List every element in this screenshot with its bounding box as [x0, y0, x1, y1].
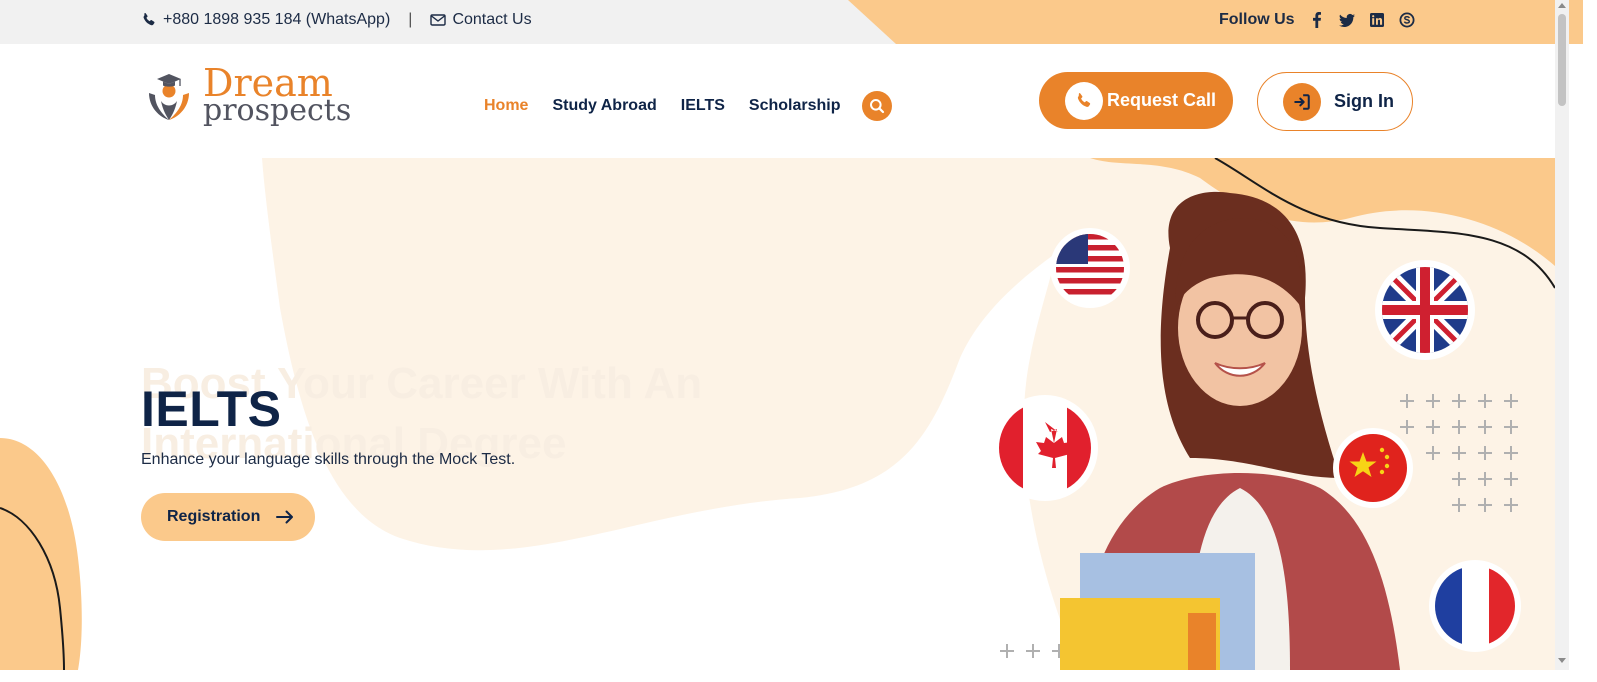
nav-scholarship[interactable]: Scholarship — [749, 97, 841, 115]
france-flag — [1429, 560, 1521, 652]
nav-home[interactable]: Home — [484, 97, 528, 115]
registration-label: Registration — [167, 508, 261, 525]
registration-button[interactable]: Registration — [141, 493, 315, 541]
follow-us-label: Follow Us — [1219, 11, 1295, 28]
hero-title: IELTS — [141, 381, 282, 437]
sign-in-label: Sign In — [1334, 91, 1394, 111]
contact-us-link[interactable]: Contact Us — [452, 11, 531, 29]
search-button[interactable] — [862, 91, 893, 121]
scroll-down-arrow-icon[interactable] — [1558, 658, 1566, 663]
logo-word-prospects: prospects — [203, 93, 352, 128]
china-flag — [1333, 428, 1413, 508]
hero-section: Boost Your Career With An International … — [0, 158, 1555, 670]
dream-prospects-logo[interactable]: Dream prospects — [141, 64, 352, 128]
scroll-up-arrow-icon[interactable] — [1558, 3, 1566, 8]
usa-flag — [1050, 228, 1130, 308]
arrow-right-icon — [276, 510, 294, 524]
uk-flag — [1375, 260, 1475, 360]
request-call-label: Request Call — [1107, 90, 1217, 110]
search-icon — [870, 99, 885, 114]
hero-subtitle: Enhance your language skills through the… — [141, 451, 516, 468]
main-nav: Home Study Abroad IELTS Scholarship — [484, 91, 893, 121]
follow-us: Follow Us — [1219, 11, 1415, 29]
skype-icon[interactable] — [1399, 12, 1415, 28]
linkedin-icon[interactable] — [1369, 12, 1385, 28]
twitter-icon[interactable] — [1338, 12, 1355, 28]
site-header: Dream prospects Home Study Abroad IELTS … — [0, 44, 1583, 158]
separator: | — [408, 11, 413, 28]
nav-study-abroad[interactable]: Study Abroad — [552, 97, 656, 115]
top-bar-accent — [848, 0, 1583, 44]
graduate-logo-icon — [149, 74, 189, 120]
phone-icon — [141, 12, 157, 28]
facebook-icon[interactable] — [1309, 12, 1325, 28]
phone-number[interactable]: +880 1898 935 184 (WhatsApp) — [163, 11, 390, 29]
sign-in-icon — [1283, 82, 1321, 121]
request-call-button[interactable]: Request Call — [1039, 72, 1233, 129]
envelope-icon — [430, 12, 447, 28]
top-bar: +880 1898 935 184 (WhatsApp) | Contact U… — [0, 0, 1583, 44]
phone-call-icon — [1065, 81, 1103, 120]
student-illustration — [992, 191, 1521, 670]
canada-flag — [992, 395, 1098, 501]
page-scrollbar[interactable] — [1555, 0, 1569, 670]
contact-info: +880 1898 935 184 (WhatsApp) | Contact U… — [141, 11, 532, 29]
scrollbar-thumb[interactable] — [1558, 14, 1566, 106]
nav-ielts[interactable]: IELTS — [681, 97, 725, 115]
sign-in-button[interactable]: Sign In — [1257, 72, 1413, 131]
